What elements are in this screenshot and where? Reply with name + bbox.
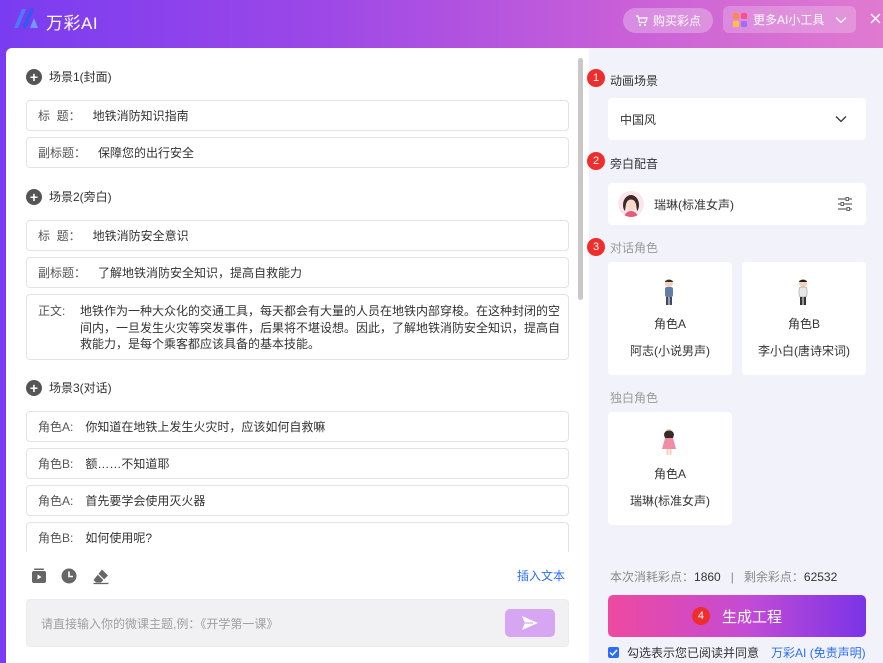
- narration-voice-select[interactable]: 瑞琳(标准女声): [608, 183, 866, 225]
- topic-input[interactable]: [41, 614, 481, 634]
- step-1-badge: 1: [587, 69, 605, 87]
- role-voice: 李小白(唐诗宋词): [758, 344, 850, 358]
- consume-value: 1860: [694, 570, 721, 584]
- check-icon: [609, 649, 618, 656]
- cart-icon: [635, 14, 648, 26]
- buy-points-button[interactable]: 购买彩点: [623, 8, 713, 33]
- dialog-role: 角色B:: [38, 531, 74, 545]
- send-button[interactable]: [505, 609, 555, 637]
- role-name: 角色A: [653, 317, 686, 331]
- dialog-role: 角色A:: [38, 494, 74, 508]
- generate-project-button[interactable]: 4 生成工程: [608, 595, 866, 637]
- generation-settings-panel: 1 动画场景 中国风 2 旁白配音 瑞琳(标准女声) 3 对话角色 角色A 阿志…: [587, 48, 883, 663]
- scrollbar[interactable]: [578, 58, 583, 300]
- history-clock-icon[interactable]: [60, 567, 78, 585]
- dialog-line[interactable]: 角色B: 如何使用呢?: [26, 522, 569, 552]
- disclaimer-link[interactable]: 万彩AI (免责声明): [771, 644, 866, 661]
- scene-2-title-field[interactable]: 标 题： 地铁消防安全意识: [26, 220, 569, 251]
- sliders-settings-icon[interactable]: [837, 197, 853, 211]
- title-bar: 万彩AI 购买彩点 更多AI小工具: [0, 0, 883, 48]
- dialog-text: 你知道在地铁上发生火灾时，应该如何自救嘛: [85, 420, 326, 434]
- app-title: 万彩AI: [46, 14, 99, 33]
- scene-3-title: 场景3(对话): [49, 381, 112, 395]
- dialog-line[interactable]: 角色A: 你知道在地铁上发生火灾时，应该如何自救嘛: [26, 411, 569, 442]
- dialog-role-card-a[interactable]: 角色A 阿志(小说男声): [608, 262, 732, 375]
- role-name: 角色B: [787, 317, 820, 331]
- field-value: 地铁消防安全意识: [92, 229, 189, 243]
- animation-scene-select[interactable]: 中国风: [608, 98, 866, 140]
- dialog-text: 如何使用呢?: [85, 531, 153, 545]
- scene-1-header[interactable]: + 场景1(封面): [26, 68, 112, 85]
- wancai-logo-icon: [14, 9, 38, 28]
- avatar: [618, 191, 644, 217]
- scene-2-subtitle-field[interactable]: 副标题： 了解地铁消防安全知识，提高自救能力: [26, 257, 569, 288]
- generate-project-label: 生成工程: [721, 608, 782, 626]
- eraser-icon[interactable]: [92, 567, 110, 585]
- animation-scene-label: 动画场景: [610, 74, 659, 88]
- field-value: 地铁作为一种大众化的交通工具，每天都会有大量的人员在地铁内部穿梭。在这种封闭的空…: [80, 304, 561, 351]
- send-icon: [522, 616, 538, 630]
- remain-value: 62532: [803, 570, 838, 584]
- dialog-role: 角色B:: [38, 457, 74, 471]
- male-character-icon: [665, 279, 673, 305]
- scene-3-header[interactable]: + 场景3(对话): [26, 379, 112, 396]
- narration-voice-value: 瑞琳(标准女声): [654, 197, 734, 212]
- remain-label: 剩余彩点：: [743, 570, 804, 584]
- chevron-down-icon: [835, 16, 847, 23]
- scene-2-header[interactable]: + 场景2(旁白): [26, 188, 112, 205]
- dialog-line[interactable]: 角色B: 额……不知道耶: [26, 448, 569, 479]
- play-list-icon[interactable]: [30, 567, 48, 585]
- scene-1-title-field[interactable]: 标 题： 地铁消防知识指南: [26, 100, 569, 131]
- close-icon[interactable]: [868, 11, 883, 26]
- agreement-row: 勾选表示您已阅读并同意 万彩AI (免责声明): [608, 644, 866, 661]
- topic-prompt-box: [26, 599, 569, 647]
- buy-points-label: 购买彩点: [652, 14, 701, 28]
- consume-label: 本次消耗彩点：: [610, 570, 695, 584]
- dialog-text: 首先要学会使用灭火器: [85, 494, 206, 508]
- plus-icon[interactable]: +: [26, 188, 42, 205]
- field-key: 标 题：: [38, 109, 81, 123]
- field-value: 了解地铁消防安全知识，提高自救能力: [98, 266, 303, 280]
- scene-1-title: 场景1(封面): [49, 70, 112, 84]
- step-3-badge: 3: [587, 238, 605, 256]
- field-key: 正文:: [38, 304, 66, 318]
- role-voice: 瑞琳(标准女声): [630, 494, 710, 508]
- chevron-down-icon: [835, 116, 847, 123]
- field-key: 副标题：: [38, 146, 87, 160]
- dialog-role-card-b[interactable]: 角色B 李小白(唐诗宋词): [742, 262, 866, 375]
- dialog-role: 角色A:: [38, 420, 74, 434]
- agreement-checkbox[interactable]: [608, 647, 619, 658]
- dialog-roles-label: 对话角色: [610, 241, 659, 255]
- female-character-icon: [662, 429, 676, 455]
- plus-icon[interactable]: +: [26, 379, 42, 396]
- role-name: 角色A: [653, 467, 686, 481]
- field-key: 标 题：: [38, 229, 81, 243]
- scene-2-body-field[interactable]: 正文: 地铁作为一种大众化的交通工具，每天都会有大量的人员在地铁内部穿梭。在这种…: [26, 294, 569, 360]
- field-value: 保障您的出行安全: [98, 146, 195, 160]
- solo-role-card-a[interactable]: 角色A 瑞琳(标准女声): [608, 412, 732, 525]
- script-editor-panel: + 场景1(封面) 标 题： 地铁消防知识指南 副标题： 保障您的出行安全 + …: [6, 48, 589, 663]
- agreement-text: 勾选表示您已阅读并同意: [627, 646, 760, 660]
- dialog-line[interactable]: 角色A: 首先要学会使用灭火器: [26, 485, 569, 516]
- field-key: 副标题：: [38, 266, 87, 280]
- apps-icon: [733, 12, 747, 27]
- more-ai-tools-label: 更多AI小工具: [753, 13, 825, 27]
- male-character-icon: [798, 279, 808, 305]
- dialog-text: 额……不知道耶: [85, 457, 170, 471]
- step-4-badge: 4: [691, 607, 710, 625]
- scene-1-subtitle-field[interactable]: 副标题： 保障您的出行安全: [26, 137, 569, 168]
- narration-voice-label: 旁白配音: [610, 157, 659, 171]
- role-voice: 阿志(小说男声): [630, 344, 710, 358]
- solo-roles-label: 独白角色: [610, 391, 659, 405]
- animation-scene-value: 中国风: [620, 112, 657, 127]
- insert-text-link[interactable]: 插入文本: [517, 567, 565, 584]
- field-value: 地铁消防知识指南: [92, 109, 189, 123]
- scene-2-title: 场景2(旁白): [49, 190, 112, 204]
- step-2-badge: 2: [587, 152, 605, 170]
- plus-icon[interactable]: +: [26, 68, 42, 85]
- more-ai-tools-button[interactable]: 更多AI小工具: [723, 6, 856, 33]
- stats-separator: |: [730, 570, 734, 584]
- points-summary: 本次消耗彩点：1860 | 剩余彩点：62532: [610, 568, 837, 585]
